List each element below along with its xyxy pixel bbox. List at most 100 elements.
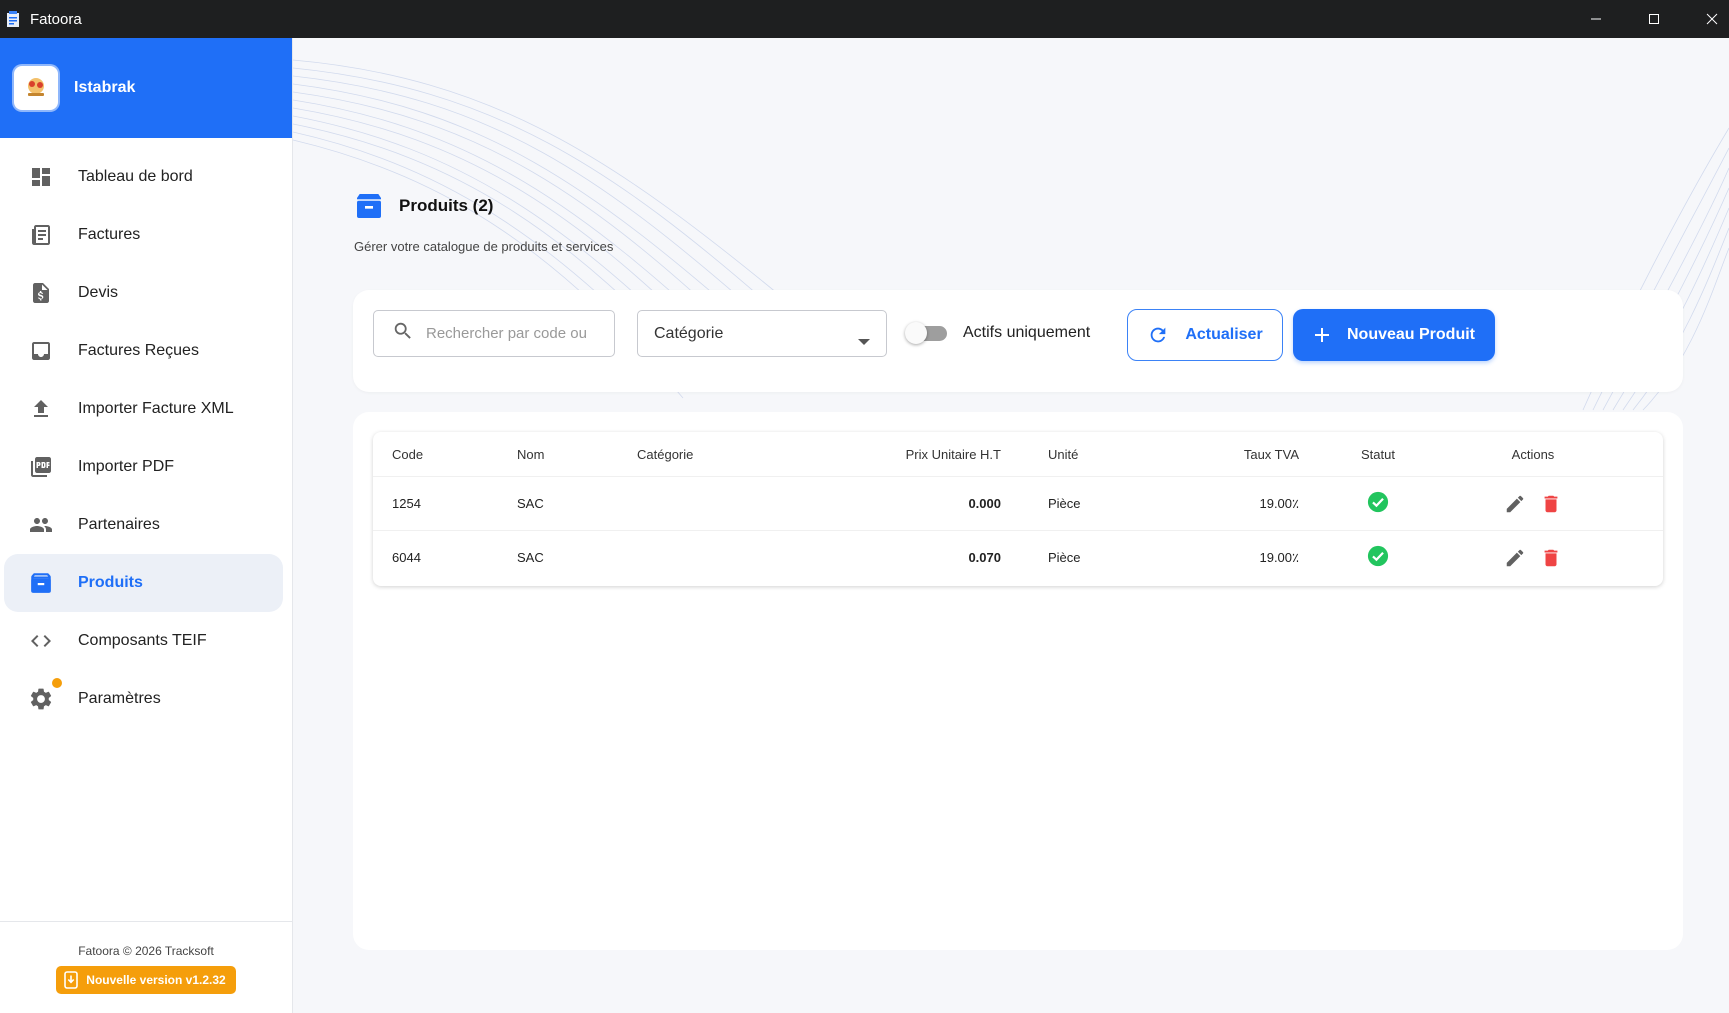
refresh-icon (1147, 324, 1169, 346)
sidebar-item-label: Devis (78, 284, 119, 301)
cell-actions (1473, 477, 1593, 530)
page-subtitle: Gérer votre catalogue de produits et ser… (354, 239, 614, 254)
column-header-unite[interactable]: Unité (1048, 432, 1078, 476)
cell-code: 1254 (392, 496, 421, 511)
new-version-badge[interactable]: Nouvelle version v1.2.32 (56, 966, 236, 994)
sidebar-item-label: Importer Facture XML (78, 400, 234, 417)
cell-statut (1343, 477, 1413, 530)
active-only-toggle-group: Actifs uniquement (905, 320, 1090, 346)
sidebar-item-dashboard[interactable]: Tableau de bord (4, 148, 288, 206)
cell-actions (1473, 531, 1593, 584)
cell-nom: SAC (517, 496, 544, 511)
search-input[interactable] (426, 325, 596, 342)
app-icon (6, 10, 22, 28)
new-product-button[interactable]: Nouveau Produit (1293, 309, 1495, 361)
gear-icon (26, 684, 56, 714)
notification-dot (52, 678, 62, 688)
column-header-tva[interactable]: Taux TVA (1173, 432, 1299, 476)
sidebar-header: Istabrak (0, 38, 292, 138)
new-product-label: Nouveau Produit (1346, 326, 1475, 343)
column-header-nom[interactable]: Nom (517, 432, 544, 476)
inbox-icon (26, 336, 56, 366)
sidebar-item-label: Produits (78, 574, 143, 591)
sidebar-item-label: Paramètres (78, 690, 161, 707)
page-title: Produits (2) (399, 196, 494, 215)
delete-button[interactable] (1533, 486, 1569, 522)
edit-button[interactable] (1497, 486, 1533, 522)
copyright-text: Fatoora © 2026 Tracksoft (78, 944, 214, 958)
window-title: Fatoora (30, 10, 82, 28)
phone-download-icon (64, 971, 79, 989)
table-row[interactable]: 6044 SAC 0.070 Pièce 19.00٪ (373, 530, 1663, 584)
search-field[interactable] (373, 310, 615, 357)
archive-box-icon (353, 190, 385, 222)
refresh-label: Actualiser (1185, 326, 1263, 343)
sidebar-footer: Fatoora © 2026 Tracksoft Nouvelle versio… (0, 921, 292, 1013)
trash-icon (1544, 495, 1558, 512)
products-table-card: Code Nom Catégorie Prix Unitaire H.T Uni… (353, 412, 1683, 950)
sidebar-item-label: Factures Reçues (78, 342, 199, 359)
main-content: Produits (2) Gérer votre catalogue de pr… (293, 38, 1729, 1013)
sidebar-item-label: Factures (78, 226, 141, 243)
maximize-button[interactable] (1625, 0, 1683, 38)
column-header-categorie[interactable]: Catégorie (637, 432, 693, 476)
cell-tva: 19.00٪ (1259, 495, 1299, 511)
pencil-icon (1506, 495, 1524, 512)
sidebar-item-label: Importer PDF (78, 458, 175, 475)
sidebar-item-composants-teif[interactable]: Composants TEIF (4, 612, 288, 670)
refresh-button[interactable]: Actualiser (1127, 309, 1283, 361)
column-header-prix[interactable]: Prix Unitaire H.T (803, 432, 1001, 476)
sidebar-item-factures-recues[interactable]: Factures Reçues (4, 322, 288, 380)
cell-prix: 0.000 (968, 496, 1001, 511)
products-table: Code Nom Catégorie Prix Unitaire H.T Uni… (373, 432, 1663, 586)
page-header: Produits (2) (353, 190, 493, 222)
trash-icon (1544, 549, 1558, 566)
cell-tva: 19.00٪ (1259, 549, 1299, 565)
column-header-code[interactable]: Code (392, 432, 423, 476)
sidebar-item-parametres[interactable]: Paramètres (4, 670, 288, 728)
category-select-value: Catégorie (654, 324, 724, 342)
dropdown-arrow-icon (858, 332, 870, 350)
company-logo[interactable] (14, 66, 58, 110)
column-header-actions: Actions (1511, 446, 1555, 462)
receipt-icon (26, 220, 56, 250)
column-header-statut: Statut (1361, 446, 1395, 462)
minimize-button[interactable] (1567, 0, 1625, 38)
sidebar-item-devis[interactable]: Devis (4, 264, 288, 322)
table-header-row: Code Nom Catégorie Prix Unitaire H.T Uni… (373, 432, 1663, 476)
sidebar: Istabrak Tableau de bord Factures Devis … (0, 38, 293, 1013)
sidebar-item-label: Partenaires (78, 516, 160, 533)
people-icon (26, 510, 56, 540)
pdf-icon (26, 452, 56, 482)
sidebar-item-produits[interactable]: Produits (4, 554, 283, 612)
pencil-icon (1506, 549, 1524, 566)
active-only-label: Actifs uniquement (963, 324, 1091, 341)
plus-icon (1313, 326, 1331, 344)
version-label: Nouvelle version v1.2.32 (86, 973, 226, 987)
filters-toolbar: Catégorie Actifs uniquement Actualiser N… (353, 290, 1683, 392)
sidebar-item-factures[interactable]: Factures (4, 206, 288, 264)
cell-unite: Pièce (1048, 496, 1081, 511)
window-titlebar: Fatoora (0, 0, 1729, 38)
sidebar-item-importer-pdf[interactable]: Importer PDF (4, 438, 288, 496)
upload-icon (26, 394, 56, 424)
close-button[interactable] (1683, 0, 1729, 38)
sidebar-item-label: Composants TEIF (78, 632, 207, 649)
table-row[interactable]: 1254 SAC 0.000 Pièce 19.00٪ (373, 476, 1663, 530)
check-circle-icon (1367, 545, 1389, 570)
cell-prix: 0.070 (968, 550, 1001, 565)
active-only-toggle[interactable] (905, 320, 949, 346)
category-select[interactable]: Catégorie (637, 310, 887, 357)
edit-button[interactable] (1497, 540, 1533, 576)
cell-statut (1343, 531, 1413, 584)
dashboard-icon (26, 162, 56, 192)
cell-unite: Pièce (1048, 550, 1081, 565)
quote-file-icon (26, 278, 56, 308)
sidebar-item-label: Tableau de bord (78, 168, 193, 185)
sidebar-nav: Tableau de bord Factures Devis Factures … (0, 138, 292, 728)
delete-button[interactable] (1533, 540, 1569, 576)
sidebar-item-partenaires[interactable]: Partenaires (4, 496, 288, 554)
cell-nom: SAC (517, 550, 544, 565)
company-name: Istabrak (74, 79, 136, 96)
sidebar-item-importer-xml[interactable]: Importer Facture XML (4, 380, 288, 438)
